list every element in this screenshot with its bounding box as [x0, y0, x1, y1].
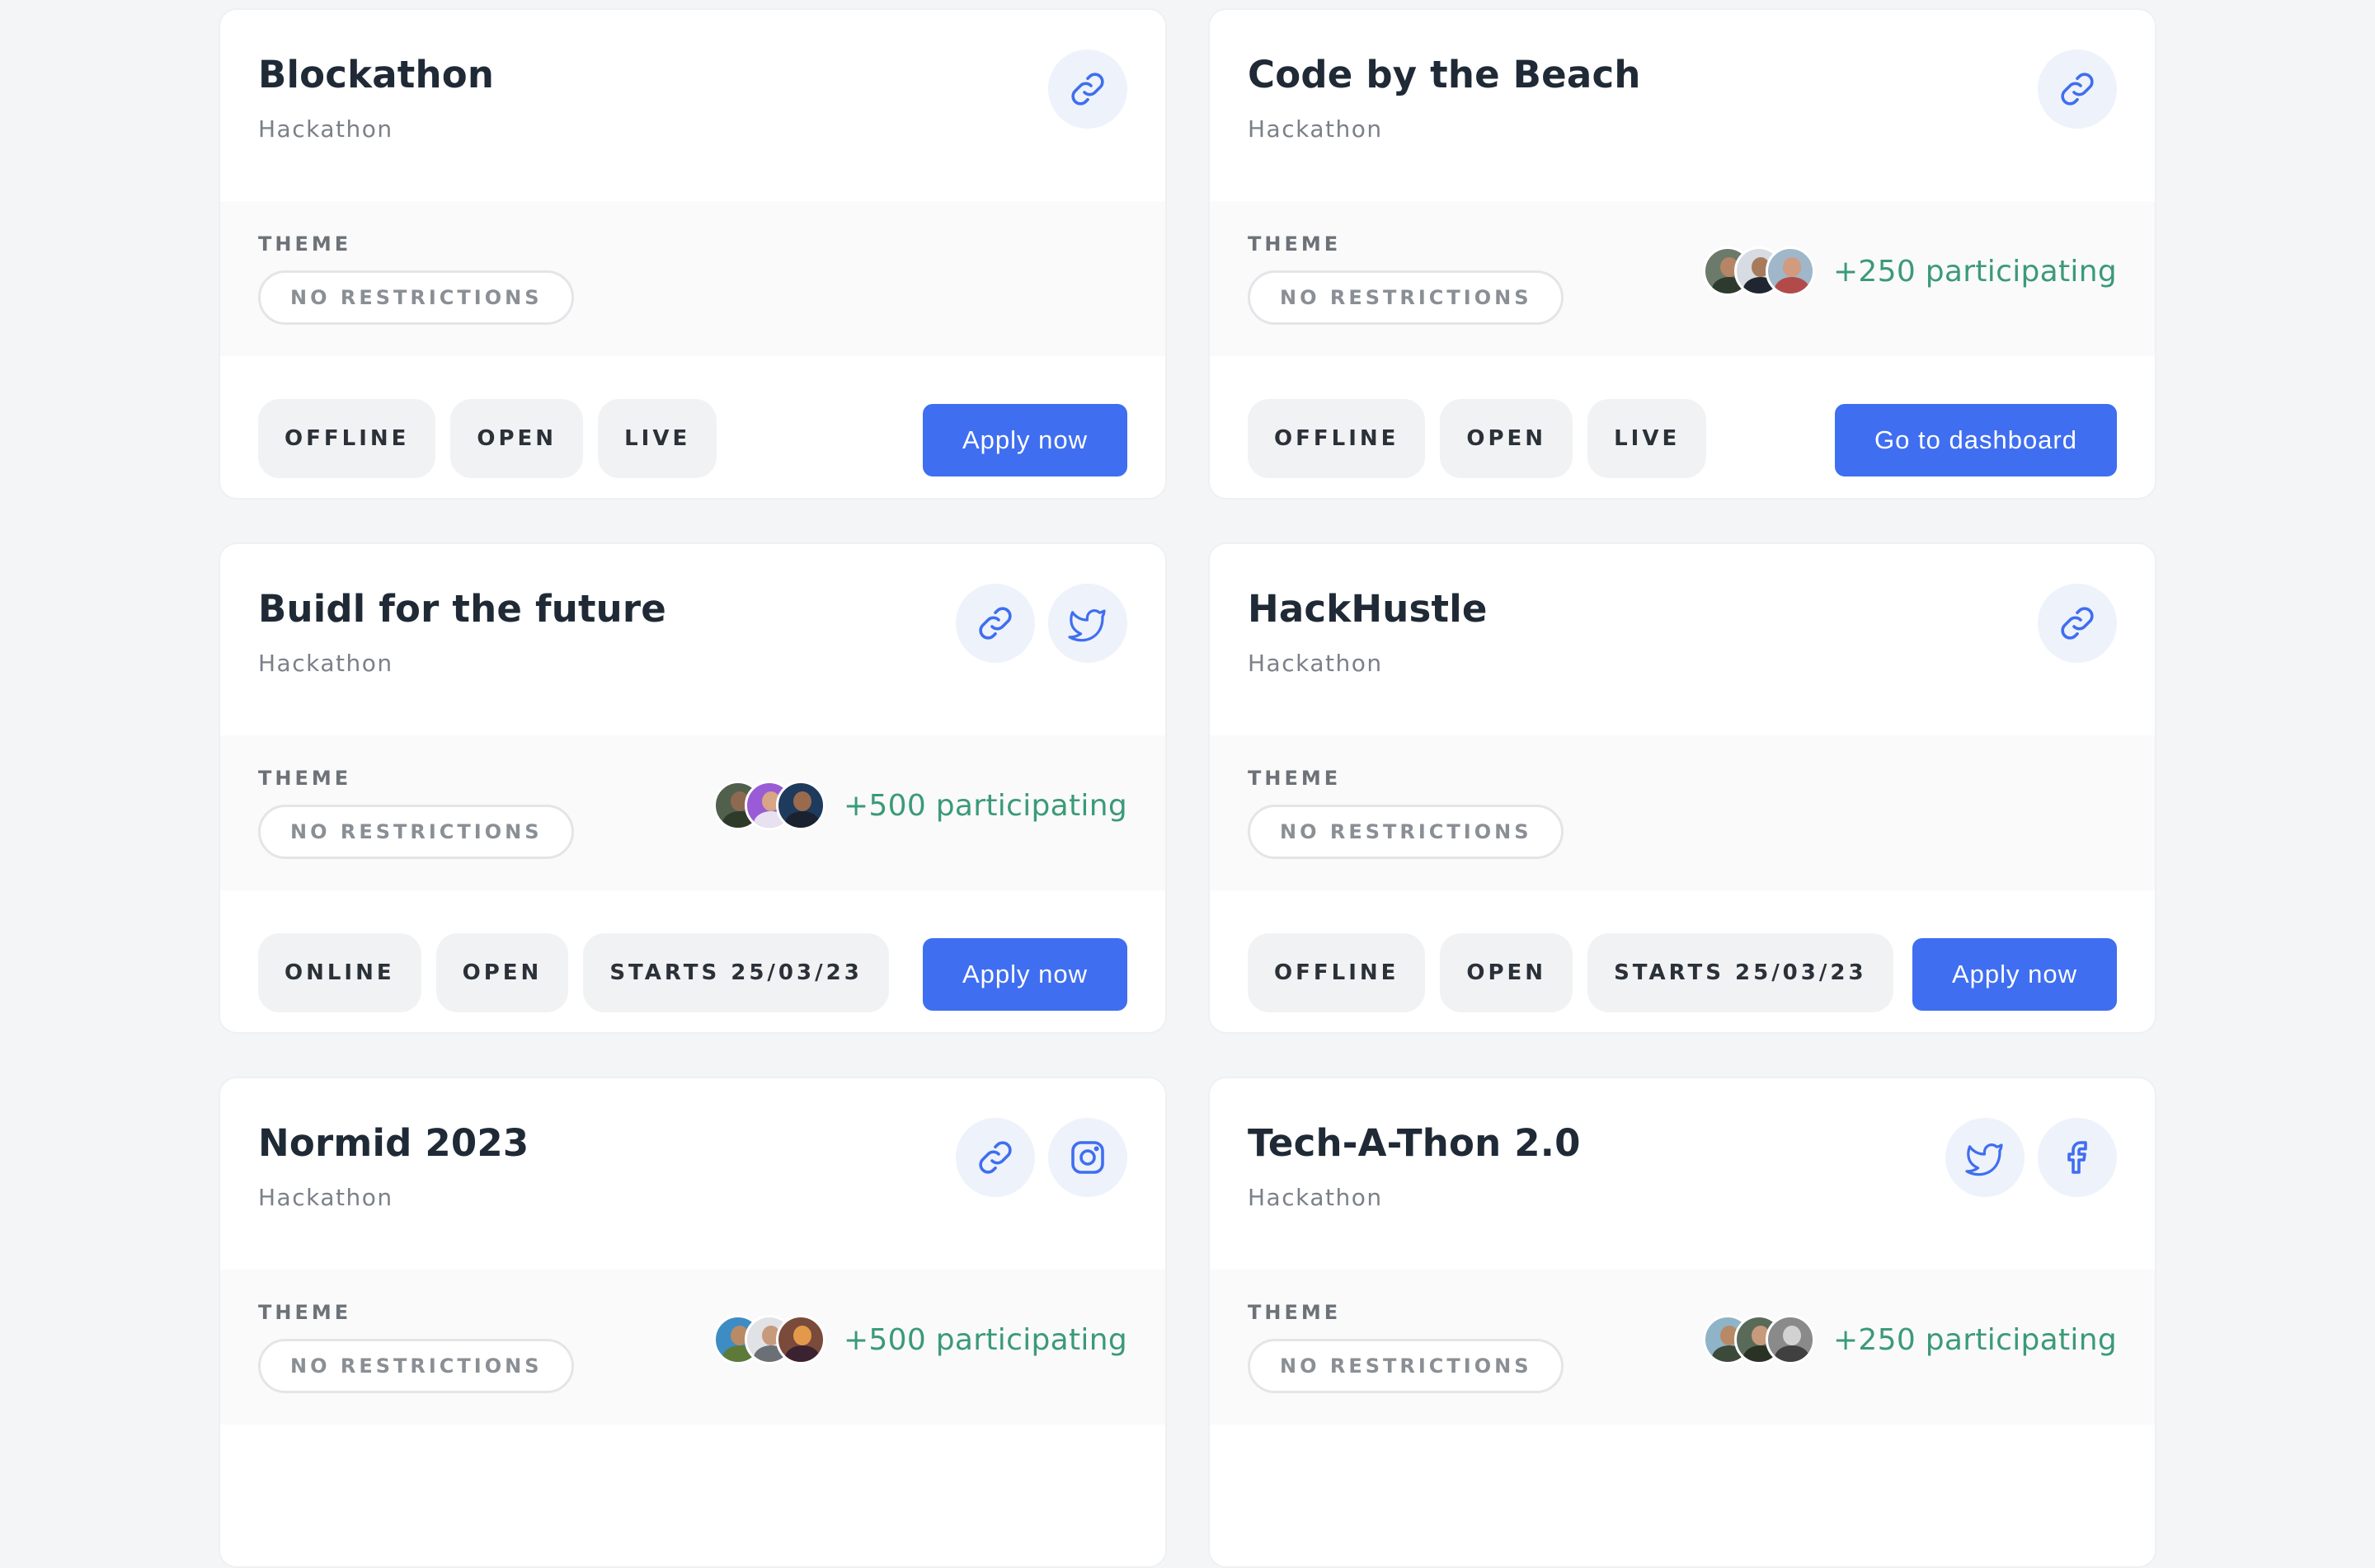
- theme-section: THEME NO RESTRICTIONS +250 participating: [1210, 1270, 2155, 1425]
- tag-timing: LIVE: [1587, 399, 1707, 478]
- card-title: Normid 2023: [258, 1121, 529, 1165]
- participants-count: +250 participating: [1832, 254, 2117, 289]
- card-header: Code by the Beach Hackathon: [1210, 10, 2155, 201]
- go-to-dashboard-button[interactable]: Go to dashboard: [1835, 404, 2117, 477]
- theme-label: THEME: [258, 1301, 352, 1324]
- participants: +500 participating: [712, 1311, 1127, 1368]
- avatar: [775, 781, 825, 830]
- hackathon-card: Buidl for the future Hackathon THEME NO …: [219, 542, 1167, 1034]
- tag-status: OPEN: [450, 399, 584, 478]
- instagram-icon[interactable]: [1048, 1118, 1127, 1197]
- tag-status: OPEN: [435, 933, 569, 1012]
- card-title: Tech-A-Thon 2.0: [1248, 1121, 1581, 1165]
- hackathon-card: Normid 2023 Hackathon THEME NO RESTRICTI…: [219, 1077, 1167, 1568]
- theme-label: THEME: [1248, 232, 1342, 256]
- apply-now-button[interactable]: Apply now: [922, 938, 1127, 1011]
- card-title: Buidl for the future: [258, 587, 667, 631]
- hackathon-card: Blockathon Hackathon THEME NO RESTRICTIO…: [219, 8, 1167, 500]
- tag-timing: STARTS 25/03/23: [1587, 933, 1893, 1012]
- tag-status: OPEN: [1440, 399, 1573, 478]
- card-header: Blockathon Hackathon: [220, 10, 1165, 201]
- participants-count: +500 participating: [843, 1322, 1127, 1357]
- card-header: Normid 2023 Hackathon: [220, 1078, 1165, 1270]
- theme-label: THEME: [1248, 767, 1342, 790]
- tag-timing: LIVE: [598, 399, 717, 478]
- link-icon[interactable]: [2038, 49, 2117, 129]
- tag-list: ONLINE OPEN STARTS 25/03/23: [258, 933, 889, 1012]
- hackathon-card: HackHustle Hackathon THEME NO RESTRICTIO…: [1208, 542, 2156, 1034]
- link-icon[interactable]: [1048, 49, 1127, 129]
- participants-count: +500 participating: [843, 788, 1127, 823]
- theme-section: THEME NO RESTRICTIONS: [1210, 735, 2155, 890]
- link-icon[interactable]: [2038, 584, 2117, 663]
- participants: +500 participating: [712, 777, 1127, 834]
- avatar: [775, 1315, 825, 1364]
- hackathon-card: Code by the Beach Hackathon THEME NO RES…: [1208, 8, 2156, 500]
- theme-label: THEME: [1248, 1301, 1342, 1324]
- card-subtitle: Hackathon: [258, 1184, 393, 1211]
- participants: +250 participating: [1702, 242, 2117, 300]
- card-header: Tech-A-Thon 2.0 Hackathon: [1210, 1078, 2155, 1270]
- tag-list: OFFLINE OPEN LIVE: [258, 399, 717, 478]
- theme-section: THEME NO RESTRICTIONS +500 participating: [220, 1270, 1165, 1425]
- avatar: [1765, 1315, 1815, 1364]
- tag-timing: STARTS 25/03/23: [583, 933, 889, 1012]
- card-subtitle: Hackathon: [258, 115, 393, 143]
- card-title: HackHustle: [1248, 587, 1488, 631]
- participants-count: +250 participating: [1832, 1322, 2117, 1357]
- theme-section: THEME NO RESTRICTIONS +500 participating: [220, 735, 1165, 890]
- card-subtitle: Hackathon: [1248, 115, 1383, 143]
- theme-section: THEME NO RESTRICTIONS +250 participating: [1210, 201, 2155, 356]
- tag-list: OFFLINE OPEN STARTS 25/03/23: [1248, 933, 1893, 1012]
- theme-label: THEME: [258, 232, 352, 256]
- card-title: Code by the Beach: [1248, 53, 1641, 96]
- participants: +250 participating: [1702, 1311, 2117, 1368]
- avatar: [1765, 246, 1815, 296]
- link-icon[interactable]: [956, 584, 1035, 663]
- tag-mode: OFFLINE: [258, 399, 436, 478]
- tag-mode: ONLINE: [258, 933, 421, 1012]
- theme-section: THEME NO RESTRICTIONS: [220, 201, 1165, 356]
- theme-pill: NO RESTRICTIONS: [1248, 270, 1564, 325]
- hackathon-card: Tech-A-Thon 2.0 Hackathon THEME NO RESTR…: [1208, 1077, 2156, 1568]
- tag-mode: OFFLINE: [1248, 399, 1426, 478]
- theme-pill: NO RESTRICTIONS: [258, 805, 575, 859]
- card-title: Blockathon: [258, 53, 495, 96]
- facebook-icon[interactable]: [2038, 1118, 2117, 1197]
- apply-now-button[interactable]: Apply now: [1912, 938, 2117, 1011]
- twitter-icon[interactable]: [1945, 1118, 2025, 1197]
- theme-label: THEME: [258, 767, 352, 790]
- card-subtitle: Hackathon: [1248, 1184, 1383, 1211]
- tag-list: OFFLINE OPEN LIVE: [1248, 399, 1707, 478]
- theme-pill: NO RESTRICTIONS: [1248, 805, 1564, 859]
- card-subtitle: Hackathon: [258, 650, 393, 677]
- theme-pill: NO RESTRICTIONS: [1248, 1339, 1564, 1393]
- tag-mode: OFFLINE: [1248, 933, 1426, 1012]
- card-header: Buidl for the future Hackathon: [220, 544, 1165, 735]
- card-header: HackHustle Hackathon: [1210, 544, 2155, 735]
- theme-pill: NO RESTRICTIONS: [258, 1339, 575, 1393]
- twitter-icon[interactable]: [1048, 584, 1127, 663]
- theme-pill: NO RESTRICTIONS: [258, 270, 575, 325]
- apply-now-button[interactable]: Apply now: [922, 404, 1127, 477]
- card-subtitle: Hackathon: [1248, 650, 1383, 677]
- link-icon[interactable]: [956, 1118, 1035, 1197]
- tag-status: OPEN: [1440, 933, 1573, 1012]
